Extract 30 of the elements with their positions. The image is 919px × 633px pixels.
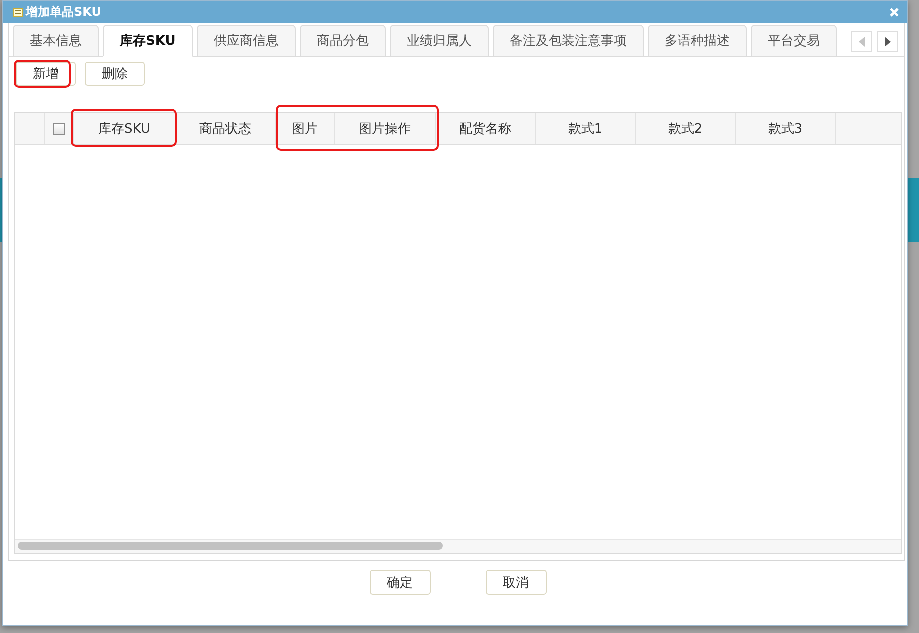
column-header: 图片	[276, 113, 335, 144]
toolbar-button[interactable]: 新增	[16, 62, 76, 86]
tab[interactable]: 商品分包	[300, 25, 386, 57]
tab[interactable]: 备注及包装注意事项	[492, 25, 644, 57]
select-all-checkbox[interactable]	[53, 122, 65, 134]
caret-right-icon	[884, 36, 890, 46]
window-title: 增加单品SKU	[26, 4, 102, 20]
tab[interactable]: 多语种描述	[648, 25, 747, 57]
tab[interactable]: 供应商信息	[196, 25, 296, 57]
column-header: 商品状态	[176, 113, 276, 144]
caret-left-icon	[858, 36, 864, 46]
scroll-right-button[interactable]	[877, 31, 898, 52]
column-header: 款式2	[636, 113, 736, 144]
tab[interactable]: 库存SKU	[103, 25, 193, 57]
scrollbar-track[interactable]	[15, 539, 901, 553]
scrollbar-thumb[interactable]	[18, 542, 443, 550]
form-icon	[13, 8, 23, 16]
dialog-button[interactable]: 取消	[486, 570, 546, 595]
column-header: 库存SKU	[74, 113, 176, 144]
toolbar-button[interactable]: 删除	[85, 62, 145, 86]
column-header: 配货名称	[436, 113, 536, 144]
close-icon	[890, 8, 899, 16]
close-button[interactable]	[890, 8, 899, 16]
column-header: 款式3	[736, 113, 836, 144]
tab[interactable]: 平台交易	[750, 25, 837, 57]
tab[interactable]: 基本信息	[13, 25, 99, 57]
column-header: 图片操作	[335, 113, 436, 144]
tab[interactable]: 业绩归属人	[390, 25, 489, 57]
dialog-button[interactable]: 确定	[370, 570, 430, 595]
column-header: 款式1	[536, 113, 636, 144]
